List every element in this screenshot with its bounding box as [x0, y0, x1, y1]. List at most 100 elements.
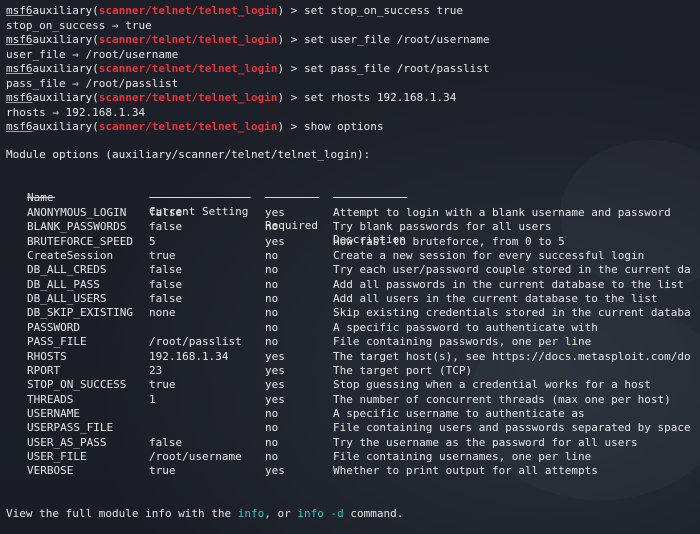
option-row: STOP_ON_SUCCESS true yes Stop guessing when… — [0, 378, 700, 392]
module-path: scanner/telnet/telnet_login — [98, 91, 278, 104]
option-row: PASS_FILE/root/passlist no File containing… — [0, 335, 700, 349]
option-name: BRUTEFORCE_SPEED — [27, 234, 133, 248]
option-description: The number of concurrent threads (max on… — [333, 392, 671, 406]
prompt-line: msf6auxiliary(scanner/telnet/telnet_logi… — [6, 62, 489, 76]
command-text: set user_file /root/username — [304, 33, 490, 46]
option-current-setting: none — [149, 306, 176, 320]
option-required: yes — [265, 349, 285, 363]
option-current-setting: false — [149, 277, 183, 291]
option-name: BLANK_PASSWORDS — [27, 220, 127, 234]
module-path: scanner/telnet/telnet_login — [98, 33, 278, 46]
prompt-line: msf6auxiliary(scanner/telnet/telnet_logi… — [6, 91, 456, 105]
msf-label: msf6 — [6, 120, 33, 133]
header-underline — [333, 197, 407, 198]
option-required: yes — [265, 234, 285, 248]
option-description: Try each user/password couple stored in … — [333, 263, 691, 277]
option-name: STOP_ON_SUCCESS — [27, 378, 127, 392]
footer-text: View the full module info with the — [6, 507, 238, 520]
prompt-line: msf6auxiliary(scanner/telnet/telnet_logi… — [6, 120, 384, 134]
msf-label: msf6 — [6, 62, 33, 75]
prompt-line: msf6auxiliary(scanner/telnet/telnet_logi… — [6, 33, 489, 47]
command-text: set pass_file /root/passlist — [304, 62, 490, 75]
module-prefix: auxiliary( — [32, 4, 99, 17]
module-prefix: auxiliary( — [32, 33, 99, 46]
option-required: yes — [265, 464, 285, 478]
module-suffix: ) > — [277, 33, 305, 46]
option-current-setting: false — [149, 263, 183, 277]
option-row: VERBOSE true yes Whether to print output fo… — [0, 464, 700, 478]
option-required: no — [265, 249, 279, 263]
option-row: USER_FILE/root/username no File containing… — [0, 450, 700, 464]
option-current-setting: /root/username — [149, 449, 242, 463]
option-current-setting: 5 — [149, 234, 156, 248]
option-name: USER_AS_PASS — [27, 435, 107, 449]
header-underline — [149, 197, 251, 198]
option-required: yes — [265, 363, 285, 377]
terminal-window[interactable]: msf6auxiliary(scanner/telnet/telnet_logi… — [0, 0, 700, 534]
command-text: set rhosts 192.168.1.34 — [304, 91, 457, 104]
option-description: File containing users and passwords sepa… — [333, 421, 691, 435]
option-row: DB_ALL_USERS false no Add all users in the … — [0, 292, 700, 306]
msf-label: msf6 — [6, 33, 33, 46]
option-name: PASS_FILE — [27, 335, 87, 349]
header-underline — [27, 197, 55, 198]
msf-label: msf6 — [6, 4, 33, 17]
option-description: Whether to print output for all attempts — [333, 464, 598, 478]
module-suffix: ) > — [277, 91, 305, 104]
option-name: DB_ALL_USERS — [27, 292, 107, 306]
option-row: DB_ALL_CREDS false no Try each user/passwor… — [0, 263, 700, 277]
option-required: no — [265, 335, 279, 349]
option-required: no — [265, 449, 279, 463]
option-name: DB_ALL_CREDS — [27, 263, 107, 277]
option-description: Create a new session for every successfu… — [333, 249, 645, 263]
option-description: Skip existing credentials stored in the … — [333, 306, 691, 320]
option-required: no — [265, 320, 279, 334]
footer-info-command: info — [237, 507, 265, 520]
option-current-setting: 23 — [149, 363, 163, 377]
option-required: no — [265, 263, 279, 277]
option-row: BRUTEFORCE_SPEED 5 yes How fast to brutefor… — [0, 235, 700, 249]
module-suffix: ) > — [277, 62, 305, 75]
option-current-setting: true — [149, 249, 176, 263]
option-current-setting: 1 — [149, 392, 156, 406]
option-required: no — [265, 435, 279, 449]
module-prefix: auxiliary( — [32, 91, 99, 104]
option-row: ANONYMOUS_LOGIN false yes Attempt to login … — [0, 206, 700, 220]
msf-label: msf6 — [6, 91, 33, 104]
option-row: DB_ALL_PASS false no Add all passwords in t… — [0, 278, 700, 292]
module-path: scanner/telnet/telnet_login — [98, 4, 278, 17]
option-name: DB_SKIP_EXISTING — [27, 306, 133, 320]
option-required: no — [265, 220, 279, 234]
option-name: USERPASS_FILE — [27, 421, 114, 435]
option-row: DB_SKIP_EXISTING none no Skip existing cred… — [0, 306, 700, 320]
command-text: show options — [304, 120, 384, 133]
header-underline — [265, 197, 319, 198]
option-description: Try the username as the password for all… — [333, 435, 638, 449]
module-prefix: auxiliary( — [32, 120, 99, 133]
option-row: PASSWORD no A specific password to authent… — [0, 321, 700, 335]
option-row: BLANK_PASSWORDS false no Try blank password… — [0, 220, 700, 234]
option-row: THREADS 1 yes The number of concurrent thre… — [0, 393, 700, 407]
option-required: yes — [265, 206, 285, 219]
option-row: RHOSTS 192.168.1.34 yes The target host(s),… — [0, 350, 700, 364]
footer-text: command. — [343, 507, 404, 520]
option-description: File containing usernames, one per line — [333, 449, 592, 463]
module-path: scanner/telnet/telnet_login — [98, 120, 278, 133]
option-required: yes — [265, 378, 285, 392]
option-description: The target port (TCP) — [333, 363, 473, 377]
option-description: A specific password to authenticate with — [333, 320, 598, 334]
option-current-setting: /root/passlist — [149, 335, 242, 349]
module-path: scanner/telnet/telnet_login — [98, 62, 278, 75]
footer-hint: View the full module info with the info,… — [6, 507, 403, 521]
option-name: RHOSTS — [27, 349, 67, 363]
option-required: yes — [265, 392, 285, 406]
option-required: no — [265, 306, 279, 320]
footer-text: , or — [264, 507, 298, 520]
option-current-setting: true — [149, 378, 176, 392]
option-name: RPORT — [27, 363, 61, 377]
option-description: File containing passwords, one per line — [333, 335, 592, 349]
option-name: CreateSession — [27, 249, 114, 263]
command-output: stop_on_success ⇒ true — [6, 18, 152, 32]
option-description: A specific username to authenticate as — [333, 406, 585, 420]
option-current-setting: true — [149, 464, 176, 478]
